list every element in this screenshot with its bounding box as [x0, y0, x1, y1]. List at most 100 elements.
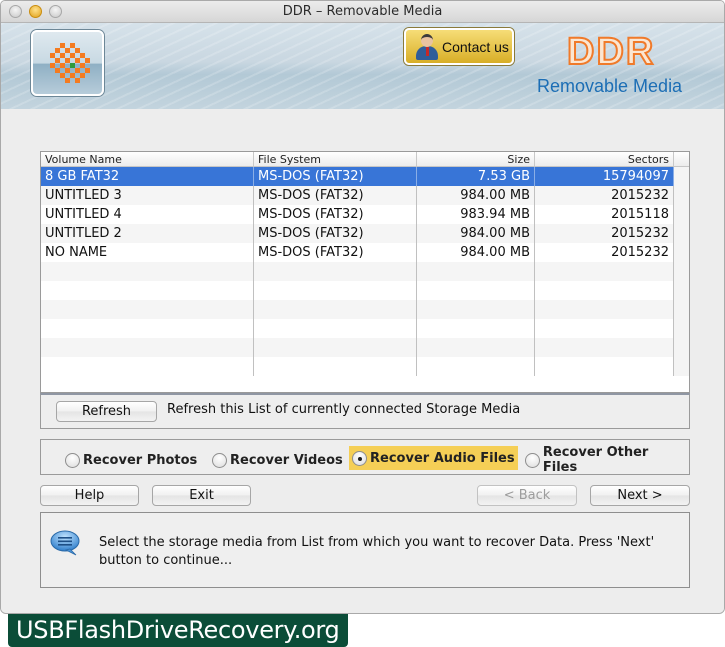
radio-label: Recover Videos — [230, 452, 343, 468]
scrollbar-track[interactable] — [674, 357, 689, 376]
radio-button-checked-icon[interactable] — [352, 450, 367, 466]
app-window: DDR – Removable Media Contact us DDR Rem… — [0, 0, 725, 614]
recovery-type-group: Recover Photos Recover Videos Recover Au… — [40, 439, 690, 475]
exit-button[interactable]: Exit — [152, 485, 251, 506]
table-row[interactable]: 8 GB FAT32 MS-DOS (FAT32) 7.53 GB 157940… — [41, 167, 689, 186]
table-row[interactable]: UNTITLED 4 MS-DOS (FAT32) 983.94 MB 2015… — [41, 205, 689, 224]
radio-label: Recover Photos — [83, 452, 198, 468]
title-bar: DDR – Removable Media — [1, 1, 724, 23]
empty-cell — [41, 319, 254, 338]
empty-cell — [254, 357, 417, 376]
table-row-empty — [41, 262, 689, 281]
scrollbar-track[interactable] — [674, 262, 689, 281]
zoom-window-button[interactable] — [49, 5, 62, 18]
brand-subtitle: Removable Media — [537, 76, 683, 96]
empty-cell — [417, 262, 535, 281]
header-banner: Contact us DDR Removable Media — [1, 23, 724, 109]
window-title: DDR – Removable Media — [282, 4, 443, 19]
table-row-empty — [41, 281, 689, 300]
site-watermark: USBFlashDriveRecovery.org — [8, 614, 348, 647]
empty-cell — [417, 319, 535, 338]
empty-cell — [41, 262, 254, 281]
cell-file-system: MS-DOS (FAT32) — [254, 205, 417, 224]
table-row[interactable]: UNTITLED 3 MS-DOS (FAT32) 984.00 MB 2015… — [41, 186, 689, 205]
radio-label: Recover Audio Files — [370, 450, 515, 466]
empty-cell — [254, 319, 417, 338]
empty-cell — [254, 262, 417, 281]
cell-size: 983.94 MB — [417, 205, 535, 224]
empty-cell — [254, 338, 417, 357]
cell-size: 7.53 GB — [417, 167, 535, 186]
radio-recover-other-files[interactable]: Recover Other Files — [522, 445, 689, 475]
empty-cell — [535, 357, 674, 376]
scrollbar-track[interactable] — [674, 338, 689, 357]
column-header-volume-name[interactable]: Volume Name — [41, 152, 254, 166]
empty-cell — [417, 281, 535, 300]
radio-button-icon[interactable] — [525, 452, 540, 468]
cell-volume-name: UNTITLED 4 — [41, 205, 254, 224]
table-row[interactable]: UNTITLED 2 MS-DOS (FAT32) 984.00 MB 2015… — [41, 224, 689, 243]
brand-title: DDR — [566, 31, 656, 73]
empty-cell — [417, 357, 535, 376]
cell-size: 984.00 MB — [417, 186, 535, 205]
cell-sectors: 2015232 — [535, 186, 674, 205]
column-header-sectors[interactable]: Sectors — [535, 152, 674, 166]
scrollbar-track[interactable] — [674, 281, 689, 300]
empty-cell — [417, 300, 535, 319]
scrollbar-track[interactable] — [674, 186, 689, 205]
empty-cell — [535, 338, 674, 357]
scrollbar-track[interactable] — [674, 243, 689, 262]
cell-sectors: 2015232 — [535, 224, 674, 243]
help-button[interactable]: Help — [40, 485, 139, 506]
empty-cell — [535, 300, 674, 319]
radio-recover-photos[interactable]: Recover Photos — [62, 448, 200, 472]
radio-recover-videos[interactable]: Recover Videos — [209, 448, 346, 472]
empty-cell — [535, 262, 674, 281]
support-person-icon — [416, 33, 438, 60]
cell-volume-name: UNTITLED 3 — [41, 186, 254, 205]
cell-volume-name: 8 GB FAT32 — [41, 167, 254, 186]
table-row-empty — [41, 338, 689, 357]
scrollbar-track[interactable] — [674, 300, 689, 319]
minimize-window-button[interactable] — [29, 5, 42, 18]
cell-sectors: 2015118 — [535, 205, 674, 224]
scrollbar-track[interactable] — [674, 205, 689, 224]
cell-sectors: 2015232 — [535, 243, 674, 262]
cell-file-system: MS-DOS (FAT32) — [254, 167, 417, 186]
scrollbar-track[interactable] — [674, 319, 689, 338]
cell-volume-name: NO NAME — [41, 243, 254, 262]
cell-file-system: MS-DOS (FAT32) — [254, 224, 417, 243]
empty-cell — [41, 300, 254, 319]
cell-file-system: MS-DOS (FAT32) — [254, 186, 417, 205]
back-button[interactable]: < Back — [477, 485, 577, 506]
radio-button-icon[interactable] — [65, 452, 80, 468]
scrollbar-track[interactable] — [674, 224, 689, 243]
table-row-empty — [41, 319, 689, 338]
next-button[interactable]: Next > — [590, 485, 690, 506]
radio-button-icon[interactable] — [212, 452, 227, 468]
cell-size: 984.00 MB — [417, 224, 535, 243]
empty-cell — [254, 281, 417, 300]
cell-sectors: 15794097 — [535, 167, 674, 186]
contact-us-label: Contact us — [442, 38, 509, 55]
radio-recover-audio-files[interactable]: Recover Audio Files — [349, 446, 518, 470]
cell-file-system: MS-DOS (FAT32) — [254, 243, 417, 262]
cell-size: 984.00 MB — [417, 243, 535, 262]
column-header-size[interactable]: Size — [417, 152, 535, 166]
app-logo — [31, 30, 104, 96]
contact-us-button[interactable]: Contact us — [404, 28, 514, 65]
empty-cell — [41, 357, 254, 376]
refresh-button[interactable]: Refresh — [56, 401, 157, 422]
table-body: 8 GB FAT32 MS-DOS (FAT32) 7.53 GB 157940… — [41, 167, 689, 376]
scrollbar-track[interactable] — [674, 167, 689, 186]
column-header-file-system[interactable]: File System — [254, 152, 417, 166]
storage-media-table: Volume Name File System Size Sectors 8 G… — [40, 151, 690, 393]
empty-cell — [41, 338, 254, 357]
empty-cell — [417, 338, 535, 357]
radio-label: Recover Other Files — [542, 445, 649, 475]
cell-volume-name: UNTITLED 2 — [41, 224, 254, 243]
table-row[interactable]: NO NAME MS-DOS (FAT32) 984.00 MB 2015232 — [41, 243, 689, 262]
close-window-button[interactable] — [9, 5, 22, 18]
refresh-panel: Refresh Refresh this List of currently c… — [40, 393, 690, 429]
info-message-panel: Select the storage media from List from … — [40, 512, 690, 588]
